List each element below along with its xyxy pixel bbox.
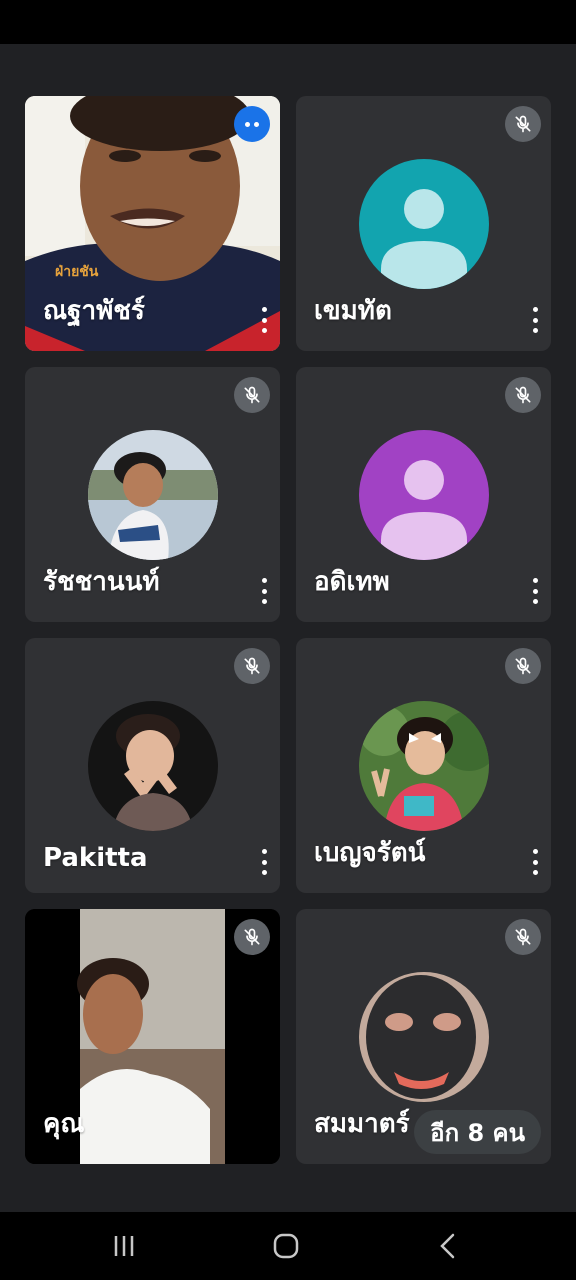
system-nav-bar	[0, 1212, 576, 1280]
more-vert-icon[interactable]	[260, 578, 268, 604]
participant-tile[interactable]: เขมทัต	[296, 96, 551, 351]
default-avatar-icon	[359, 430, 489, 560]
participant-name: คุณ	[43, 1109, 85, 1139]
participant-tile[interactable]: อดิเทพ	[296, 367, 551, 622]
svg-text:ฝ่ายชัน: ฝ่ายชัน	[55, 264, 99, 280]
mic-off-icon	[234, 377, 270, 413]
mic-off-icon	[234, 919, 270, 955]
status-bar	[0, 0, 576, 44]
mic-off-icon	[505, 919, 541, 955]
participant-tile-self[interactable]: คุณ	[25, 909, 280, 1164]
more-vert-icon[interactable]	[531, 307, 539, 333]
profile-photo	[359, 701, 489, 831]
participant-name: เบญจรัตน์	[314, 838, 426, 868]
participant-tile[interactable]: สมมาตร์ อีก 8 คน	[296, 909, 551, 1164]
recent-apps-icon[interactable]	[104, 1230, 144, 1262]
mic-off-icon	[505, 377, 541, 413]
participant-name: อดิเทพ	[314, 567, 390, 597]
more-vert-icon[interactable]	[531, 849, 539, 875]
participant-tile[interactable]: รัชชานนท์	[25, 367, 280, 622]
back-icon[interactable]	[428, 1230, 468, 1262]
mic-off-icon	[505, 648, 541, 684]
participant-name: สมมาตร์	[314, 1109, 410, 1139]
more-vert-icon[interactable]	[260, 849, 268, 875]
participant-tile[interactable]: ฝ่ายชัน ณฐาพัชร์	[25, 96, 280, 351]
profile-photo	[88, 430, 218, 560]
participant-name: ณฐาพัชร์	[43, 296, 145, 326]
participant-tile[interactable]: Pakitta	[25, 638, 280, 893]
speaking-indicator-icon	[234, 106, 270, 142]
more-vert-icon[interactable]	[531, 578, 539, 604]
mic-off-icon	[234, 648, 270, 684]
default-avatar-icon	[359, 159, 489, 289]
more-participants-badge[interactable]: อีก 8 คน	[414, 1110, 541, 1154]
participant-tile[interactable]: เบญจรัตน์	[296, 638, 551, 893]
home-icon[interactable]	[266, 1230, 306, 1262]
mic-off-icon	[505, 106, 541, 142]
participant-grid: ฝ่ายชัน ณฐาพัชร์ เขมทัต รัชชานนท์ อดิเทพ…	[0, 44, 576, 1212]
participant-name: Pakitta	[43, 843, 148, 873]
profile-photo	[359, 972, 489, 1102]
participant-name: รัชชานนท์	[43, 567, 160, 597]
participant-name: เขมทัต	[314, 296, 392, 326]
profile-photo	[88, 701, 218, 831]
more-vert-icon[interactable]	[260, 307, 268, 333]
